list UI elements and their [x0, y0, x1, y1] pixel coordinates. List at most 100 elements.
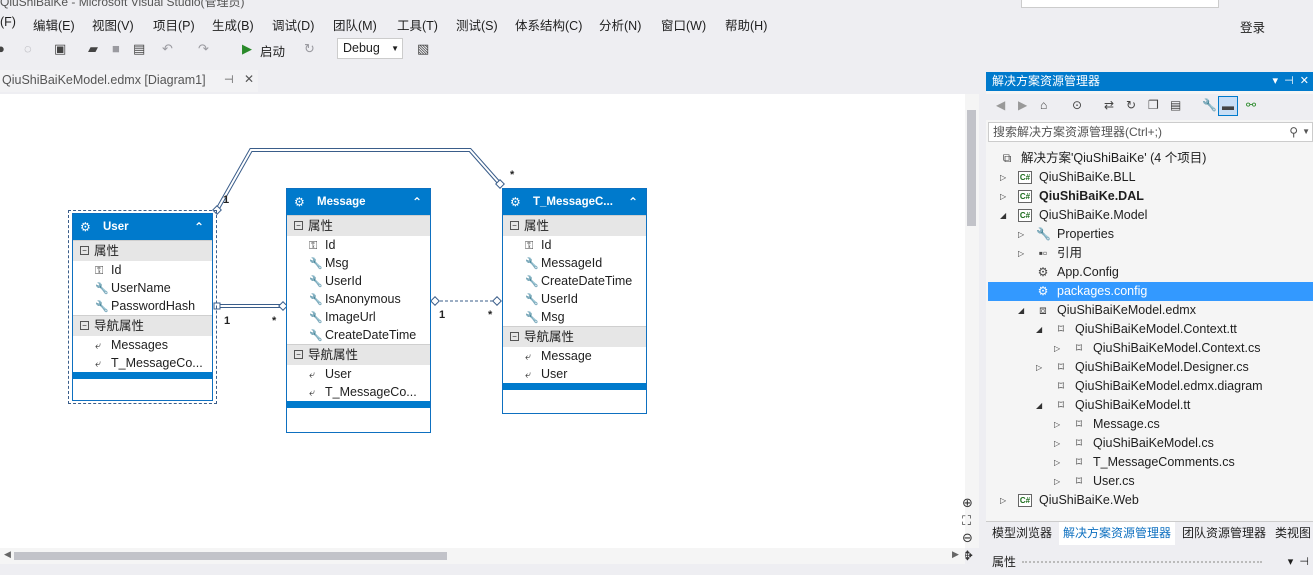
expand-icon[interactable]: ▷: [1018, 225, 1024, 244]
entity-property[interactable]: 🔧 CreateDateTime: [503, 272, 646, 290]
entity-property[interactable]: ⚿ Id: [287, 236, 430, 254]
back-icon[interactable]: ●: [0, 40, 5, 58]
horizontal-scroll-thumb[interactable]: [14, 552, 447, 560]
undo-icon[interactable]: ↶: [162, 40, 173, 58]
tree-node-edmx[interactable]: ◢ ⧈ QiuShiBaiKeModel.edmx: [988, 301, 1313, 320]
zoom-in-icon[interactable]: ⊕: [962, 495, 973, 511]
entity-user[interactable]: ⚙ User ⌃ − 属性 ⚿ Id 🔧 UserName 🔧 PasswordHash…: [72, 213, 213, 401]
tree-node-context-cs[interactable]: ▷ ⌑ QiuShiBaiKeModel.Context.cs: [988, 339, 1313, 358]
expand-icon[interactable]: ▷: [1000, 187, 1006, 206]
menu-edit[interactable]: 编辑(E): [33, 15, 75, 34]
collapse-icon[interactable]: ◢: [1018, 301, 1024, 320]
class-diagram-icon[interactable]: ⚯: [1246, 98, 1256, 112]
tree-node-solution[interactable]: ⧉ 解决方案'QiuShiBaiKe' (4 个项目): [988, 149, 1313, 168]
menu-window[interactable]: 窗口(W): [661, 15, 706, 34]
panel-window-buttons[interactable]: ▾ ⊣: [1288, 552, 1309, 572]
chevron-down-icon[interactable]: ▼: [1302, 123, 1310, 141]
menu-build[interactable]: 生成(B): [212, 15, 254, 34]
entity-property[interactable]: ⚿ Id: [503, 236, 646, 254]
toggle-icon[interactable]: −: [80, 321, 89, 331]
preview-icon[interactable]: ▬: [1218, 96, 1238, 116]
properties-section-header[interactable]: − 属性: [503, 215, 646, 236]
scroll-left-icon[interactable]: ◀: [4, 549, 11, 560]
properties-section-header[interactable]: − 属性: [287, 215, 430, 236]
toggle-icon[interactable]: −: [80, 246, 89, 256]
entity-t-messagecomments[interactable]: ⚙ T_MessageC... ⌃ − 属性 ⚿ Id 🔧 MessageId 🔧 Cr…: [502, 188, 647, 414]
entity-property[interactable]: 🔧 IsAnonymous: [287, 290, 430, 308]
entity-property[interactable]: ⚿ Id: [73, 261, 212, 279]
expand-icon[interactable]: ▷: [1054, 339, 1060, 358]
tree-node-model-cs[interactable]: ▷ ⌑ QiuShiBaiKeModel.cs: [988, 434, 1313, 453]
redo-icon[interactable]: ↷: [198, 40, 209, 58]
start-button[interactable]: 启动: [260, 41, 285, 60]
collapse-icon[interactable]: ◢: [1000, 206, 1006, 225]
navigation-section-header[interactable]: − 导航属性: [73, 315, 212, 336]
scroll-right-icon[interactable]: ▶: [952, 549, 959, 560]
properties-title-bar[interactable]: 属性 ▾ ⊣: [986, 552, 1313, 572]
toggle-icon[interactable]: −: [510, 221, 519, 231]
menu-test[interactable]: 测试(S): [456, 15, 498, 34]
menu-team[interactable]: 团队(M): [333, 15, 377, 34]
collapse-icon[interactable]: ⌃: [628, 189, 638, 215]
tree-node-app-config[interactable]: ⚙ App.Config: [988, 263, 1313, 282]
collapse-icon[interactable]: ◢: [1036, 320, 1042, 339]
open-folder-icon[interactable]: ▰: [88, 40, 98, 58]
entity-property[interactable]: 🔧 CreateDateTime: [287, 326, 430, 344]
entity-property[interactable]: 🔧 UserId: [503, 290, 646, 308]
save-icon[interactable]: ■: [112, 40, 120, 58]
home-icon[interactable]: ⌂: [1040, 98, 1047, 112]
expand-icon[interactable]: ▷: [1036, 358, 1042, 377]
navigation-property[interactable]: ⤶ User: [503, 365, 646, 383]
collapse-icon[interactable]: ◢: [1036, 396, 1042, 415]
menu-tools[interactable]: 工具(T): [397, 15, 438, 34]
vertical-scroll-thumb[interactable]: [967, 110, 976, 226]
collapse-icon[interactable]: ⌃: [412, 189, 422, 215]
tree-node-references[interactable]: ▷ ▪▫ 引用: [988, 244, 1313, 263]
tree-node-packages-config[interactable]: ⚙ packages.config: [988, 282, 1313, 301]
tab-edmx-diagram[interactable]: QiuShiBaiKeModel.edmx [Diagram1] ⊣ ✕: [0, 70, 258, 92]
toggle-icon[interactable]: −: [294, 221, 303, 231]
login-link[interactable]: 登录: [1240, 17, 1265, 36]
tab-team-explorer[interactable]: 团队资源管理器: [1178, 522, 1270, 545]
entity-header[interactable]: ⚙ User ⌃: [73, 214, 212, 240]
menu-view[interactable]: 视图(V): [92, 15, 134, 34]
properties-wrench-icon[interactable]: 🔧: [1202, 98, 1217, 112]
zoom-fit-icon[interactable]: ⛶: [962, 513, 971, 529]
expand-icon[interactable]: ▷: [1000, 491, 1006, 510]
menu-help[interactable]: 帮助(H): [725, 15, 767, 34]
entity-message[interactable]: ⚙ Message ⌃ − 属性 ⚿ Id 🔧 Msg 🔧 UserId 🔧 IsAnon…: [286, 188, 431, 433]
solution-explorer-title-bar[interactable]: 解决方案资源管理器 ▾ ⊣ ✕: [986, 72, 1313, 91]
menu-file[interactable]: (F): [0, 15, 16, 29]
navigation-property[interactable]: ⤶ User: [287, 365, 430, 383]
expand-icon[interactable]: ▷: [1054, 434, 1060, 453]
entity-property[interactable]: 🔧 UserName: [73, 279, 212, 297]
refresh-icon[interactable]: ↻: [1126, 98, 1136, 112]
menu-analyze[interactable]: 分析(N): [599, 15, 641, 34]
properties-section-header[interactable]: − 属性: [73, 240, 212, 261]
collapse-all-icon[interactable]: ❐: [1148, 98, 1159, 112]
new-project-icon[interactable]: ▣: [54, 40, 66, 58]
menu-debug[interactable]: 调试(D): [272, 15, 314, 34]
pin-icon[interactable]: ⊣: [224, 70, 234, 90]
tab-class-view[interactable]: 类视图: [1271, 522, 1313, 545]
refresh-icon[interactable]: ↻: [304, 40, 315, 58]
panel-window-buttons[interactable]: ▾ ⊣ ✕: [1272, 72, 1309, 91]
start-icon[interactable]: ▶: [242, 40, 252, 58]
close-icon[interactable]: ✕: [244, 69, 254, 89]
back-icon[interactable]: ◀: [996, 98, 1005, 112]
entity-property[interactable]: 🔧 UserId: [287, 272, 430, 290]
expand-icon[interactable]: ▷: [1054, 415, 1060, 434]
find-in-files-icon[interactable]: ▧: [417, 40, 429, 58]
show-all-files-icon[interactable]: ▤: [1170, 98, 1181, 112]
solution-config-select[interactable]: Debug ▼: [337, 38, 403, 59]
tree-node-project-dal[interactable]: ▷ C# QiuShiBaiKe.DAL: [988, 187, 1313, 206]
tree-node-model-tt[interactable]: ◢ ⌑ QiuShiBaiKeModel.tt: [988, 396, 1313, 415]
entity-header[interactable]: ⚙ Message ⌃: [287, 189, 430, 215]
tree-node-project-web[interactable]: ▷ C# QiuShiBaiKe.Web: [988, 491, 1313, 510]
search-icon[interactable]: ⚲: [1289, 123, 1298, 141]
tab-solution-explorer[interactable]: 解决方案资源管理器: [1059, 522, 1176, 545]
tree-node-message-cs[interactable]: ▷ ⌑ Message.cs: [988, 415, 1313, 434]
quick-launch-input[interactable]: [1021, 0, 1219, 8]
tab-model-browser[interactable]: 模型浏览器: [988, 522, 1056, 545]
entity-header[interactable]: ⚙ T_MessageC... ⌃: [503, 189, 646, 215]
